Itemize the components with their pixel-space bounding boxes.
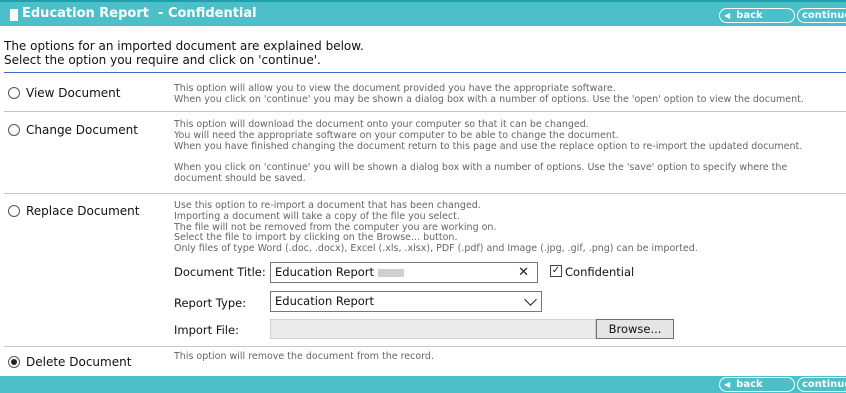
title-bar: Education Report - Confidential ◀ back co… (0, 0, 846, 26)
document-title-input[interactable]: Education Report ✕ (270, 262, 538, 283)
continue-button[interactable]: continue (797, 8, 846, 23)
option-delete-document[interactable]: Delete Document (8, 355, 131, 369)
document-title-label: Document Title: (174, 265, 266, 279)
report-type-select[interactable]: Education Report (270, 291, 542, 312)
divider (4, 346, 846, 347)
view-document-description: This option will allow you to view the d… (174, 83, 804, 105)
document-icon (10, 9, 18, 21)
import-file-input[interactable] (270, 319, 596, 339)
continue-button[interactable]: continue (797, 377, 846, 392)
divider (4, 72, 846, 73)
option-change-document[interactable]: Change Document (8, 123, 138, 137)
change-document-description: This option will download the document o… (174, 119, 803, 184)
import-file-label: Import File: (174, 323, 239, 337)
confidential-checkbox[interactable]: ✓ (550, 265, 562, 277)
change-document-label: Change Document (26, 123, 138, 137)
chevron-down-icon (524, 293, 537, 306)
redacted-text (378, 268, 405, 277)
left-arrow-icon: ◀ (724, 11, 731, 20)
option-replace-document[interactable]: Replace Document (8, 204, 139, 218)
divider (4, 111, 846, 112)
back-button[interactable]: ◀ back (719, 377, 795, 392)
intro-line-1: The options for an imported document are… (4, 39, 364, 53)
delete-document-description: This option will remove the document fro… (174, 351, 434, 362)
continue-label: continue (802, 10, 846, 21)
delete-document-label: Delete Document (26, 355, 132, 369)
replace-document-label: Replace Document (26, 204, 140, 218)
back-label: back (736, 10, 763, 21)
option-view-document[interactable]: View Document (8, 86, 120, 100)
confidential-label: Confidential (565, 265, 635, 279)
footer-bar: ◀ back continue (0, 376, 846, 393)
replace-document-description: Use this option to re-import a document … (174, 200, 698, 255)
continue-label: continue (802, 379, 846, 390)
report-type-label: Report Type: (174, 296, 247, 310)
back-button[interactable]: ◀ back (719, 8, 795, 23)
clear-icon[interactable]: ✕ (518, 263, 529, 282)
report-type-value: Education Report (275, 294, 375, 308)
intro-text: The options for an imported document are… (4, 39, 364, 67)
replace-document-radio[interactable] (8, 205, 20, 217)
document-title-value: Education Report (275, 265, 375, 279)
divider (4, 193, 846, 194)
browse-button[interactable]: Browse... (596, 319, 674, 339)
page-title: Education Report - Confidential (22, 6, 257, 21)
delete-document-radio[interactable] (8, 356, 20, 368)
back-label: back (736, 379, 763, 390)
view-document-label: View Document (26, 86, 121, 100)
intro-line-2: Select the option you require and click … (4, 53, 321, 67)
change-document-radio[interactable] (8, 124, 20, 136)
left-arrow-icon: ◀ (724, 380, 731, 389)
view-document-radio[interactable] (8, 87, 20, 99)
